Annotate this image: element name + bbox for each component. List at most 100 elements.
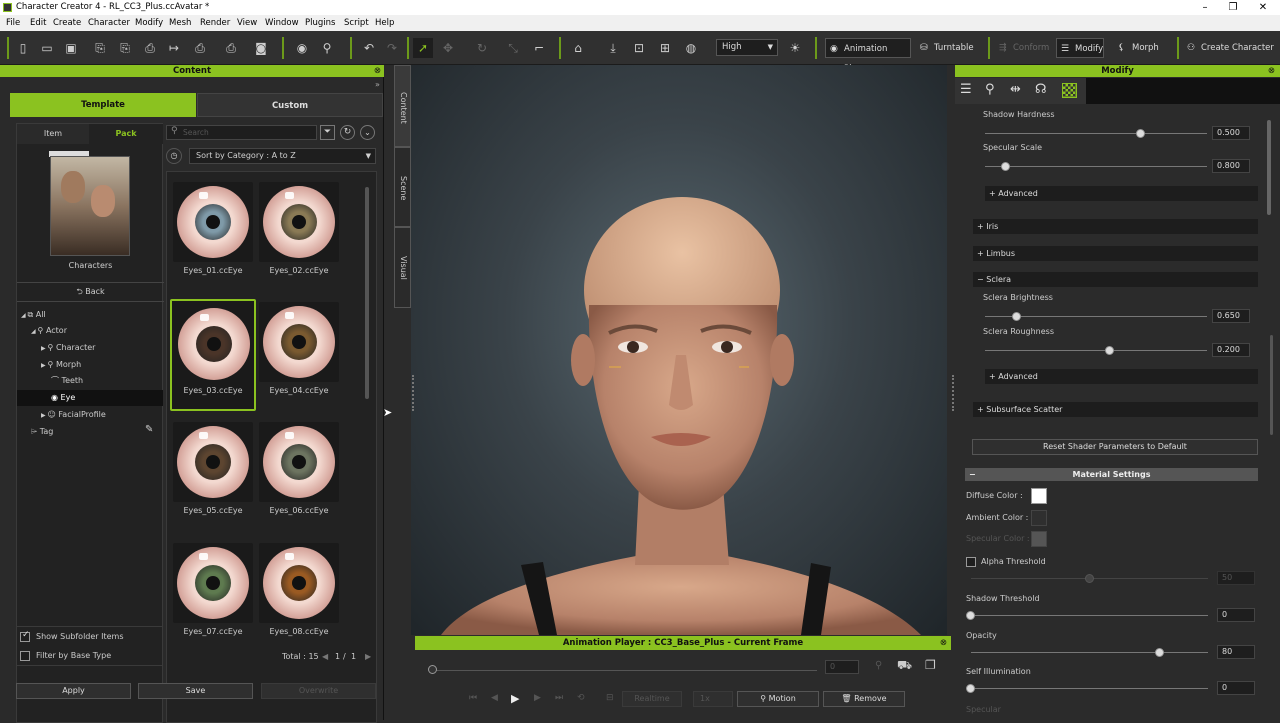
send-icon[interactable]: ↦ xyxy=(164,38,184,58)
opacity-track[interactable] xyxy=(971,652,1208,653)
show-subfolder-checkbox[interactable]: ✓ xyxy=(20,630,30,642)
close-icon[interactable]: ⊗ xyxy=(940,636,947,650)
realtime-dropdown[interactable]: Realtime xyxy=(622,691,682,707)
subtab-item[interactable]: Item xyxy=(17,124,89,144)
fit-view-icon[interactable]: ⊡ xyxy=(629,38,649,58)
param-slider-knob[interactable] xyxy=(1000,162,1010,171)
sort-dropdown[interactable]: Sort by Category : A to Z ▼ xyxy=(189,148,376,164)
alpha-threshold-value[interactable]: 50 xyxy=(1217,571,1255,585)
section-limbus[interactable]: + Limbus xyxy=(973,246,1258,261)
param-value-field[interactable]: 0.650 xyxy=(1212,309,1250,323)
close-icon[interactable]: ⊗ xyxy=(374,65,381,77)
right-splitter-grip[interactable] xyxy=(952,375,954,411)
param-slider-track[interactable] xyxy=(985,166,1207,167)
rotate-icon[interactable]: ↻ xyxy=(472,38,492,58)
display-mode-icon[interactable]: ◍ xyxy=(681,38,701,58)
select-arrow-icon[interactable]: ➚ xyxy=(413,38,433,58)
collapse-icon[interactable]: » xyxy=(375,80,380,89)
param-slider-knob[interactable] xyxy=(1136,129,1146,138)
filter-base-checkbox[interactable] xyxy=(20,651,30,661)
save-button[interactable]: Save xyxy=(138,683,253,699)
menu-edit[interactable]: Edit xyxy=(30,15,46,31)
menu-file[interactable]: File xyxy=(6,15,20,31)
zoom-frame-icon[interactable]: ⊞ xyxy=(655,38,675,58)
options-icon[interactable]: ⌄ xyxy=(360,125,375,140)
motion-button[interactable]: ⚲ Motion xyxy=(737,691,819,707)
fbx-export-icon[interactable]: ⎙ xyxy=(221,38,241,58)
param-value-field[interactable]: 0.500 xyxy=(1212,126,1250,140)
section-sclera[interactable]: − Sclera xyxy=(973,272,1258,287)
section-iris[interactable]: + Iris xyxy=(973,219,1258,234)
shadow-threshold-track[interactable] xyxy=(971,615,1208,616)
advanced-section-2[interactable]: + Advanced xyxy=(985,369,1258,384)
sliders-icon[interactable]: ☰ xyxy=(960,82,978,100)
headshot-icon[interactable]: ◉ xyxy=(292,38,312,58)
eye-item-thumbnail[interactable] xyxy=(259,302,339,382)
prev-frame-icon[interactable]: ◀ xyxy=(491,693,498,703)
tab-custom[interactable]: Custom xyxy=(197,93,383,117)
eye-item-thumbnail[interactable] xyxy=(173,543,253,623)
pose-icon[interactable]: ⚲ xyxy=(985,82,1003,100)
sidetab-content[interactable]: Content xyxy=(394,65,411,147)
modify-button[interactable]: ☰ Modify xyxy=(1056,38,1104,58)
animation-player-button[interactable]: ◉ Animation Player xyxy=(825,38,911,74)
advanced-section-1[interactable]: + Advanced xyxy=(985,186,1258,201)
close-button[interactable]: ✕ xyxy=(1248,0,1278,15)
apply-button[interactable]: Apply xyxy=(16,683,131,699)
quality-dropdown[interactable]: High ▼ xyxy=(716,39,778,56)
tree-item-tag[interactable]: ⌲ Tag xyxy=(31,424,53,440)
record-icon[interactable]: ⊟ xyxy=(606,693,614,703)
menu-create[interactable]: Create xyxy=(53,15,81,31)
tree-item-eye[interactable]: ◉ Eye xyxy=(51,390,75,406)
frame-field[interactable]: 0 xyxy=(825,660,859,674)
menu-character[interactable]: Character xyxy=(88,15,130,31)
reset-shader-button[interactable]: Reset Shader Parameters to Default xyxy=(972,439,1258,455)
conform-button[interactable]: ⇶ Conform xyxy=(995,38,1050,58)
scale-icon[interactable]: ⤡ xyxy=(503,38,523,58)
eye-item-thumbnail[interactable] xyxy=(173,182,253,262)
eye-item-thumbnail[interactable] xyxy=(259,182,339,262)
sidetab-scene[interactable]: Scene xyxy=(394,147,411,227)
tree-item-all[interactable]: ◢ ⧉ All xyxy=(21,307,46,323)
light-icon[interactable]: ☀ xyxy=(785,38,805,58)
param-value-field[interactable]: 0.800 xyxy=(1212,159,1250,173)
pivot-icon[interactable]: ⌐ xyxy=(529,38,549,58)
filter-icon[interactable]: ⏷ xyxy=(320,125,335,140)
param-value-field[interactable]: 0.200 xyxy=(1212,343,1250,357)
undo-icon[interactable]: ↶ xyxy=(359,38,379,58)
next-page-icon[interactable]: ▶ xyxy=(365,652,371,661)
self-illumination-value[interactable]: 0 xyxy=(1217,681,1255,695)
sidetab-visual[interactable]: Visual xyxy=(394,227,411,308)
ambient-color-swatch[interactable] xyxy=(1031,510,1047,526)
param-slider-track[interactable] xyxy=(985,133,1207,134)
tree-item-teeth[interactable]: ⌒ Teeth xyxy=(51,373,83,389)
menu-window[interactable]: Window xyxy=(265,15,299,31)
param-slider-track[interactable] xyxy=(985,350,1207,351)
tree-item-morph[interactable]: ▶ ⚲ Morph xyxy=(41,357,81,373)
morph-button[interactable]: ⚸ Morph xyxy=(1114,38,1169,58)
tree-item-facialprofile[interactable]: ▶ ☺ FacialProfile xyxy=(41,407,106,423)
tab-template[interactable]: Template xyxy=(10,93,196,117)
morph-adjust-icon[interactable]: ⇹ xyxy=(1010,82,1028,100)
maximize-button[interactable]: ❐ xyxy=(1218,0,1248,15)
menu-modify[interactable]: Modify xyxy=(135,15,163,31)
usd-export-icon[interactable]: ⎙ xyxy=(140,38,160,58)
search-input[interactable]: ⚲ Search xyxy=(166,125,317,140)
save-icon[interactable]: ▣ xyxy=(61,38,81,58)
subtab-pack[interactable]: Pack xyxy=(89,124,163,144)
skip-start-icon[interactable]: ⏮ xyxy=(469,693,477,703)
menu-render[interactable]: Render xyxy=(200,15,230,31)
refresh-icon[interactable]: ↻ xyxy=(340,125,355,140)
characters-pack-thumbnail[interactable] xyxy=(50,156,130,256)
tree-item-character[interactable]: ▶ ⚲ Character xyxy=(41,340,95,356)
home-camera-icon[interactable]: ⌂ xyxy=(568,38,588,58)
render-icon[interactable]: ◙ xyxy=(251,38,271,58)
menu-help[interactable]: Help xyxy=(375,15,394,31)
opacity-knob[interactable] xyxy=(1155,648,1164,657)
alpha-threshold-checkbox[interactable] xyxy=(966,557,976,567)
create-character-button[interactable]: ⚇ Create Character xyxy=(1183,38,1278,58)
self-illumination-knob[interactable] xyxy=(966,684,975,693)
history-icon[interactable]: ◷ xyxy=(166,148,182,164)
3d-viewport[interactable] xyxy=(411,65,947,635)
material-checker-icon[interactable] xyxy=(1062,83,1077,98)
